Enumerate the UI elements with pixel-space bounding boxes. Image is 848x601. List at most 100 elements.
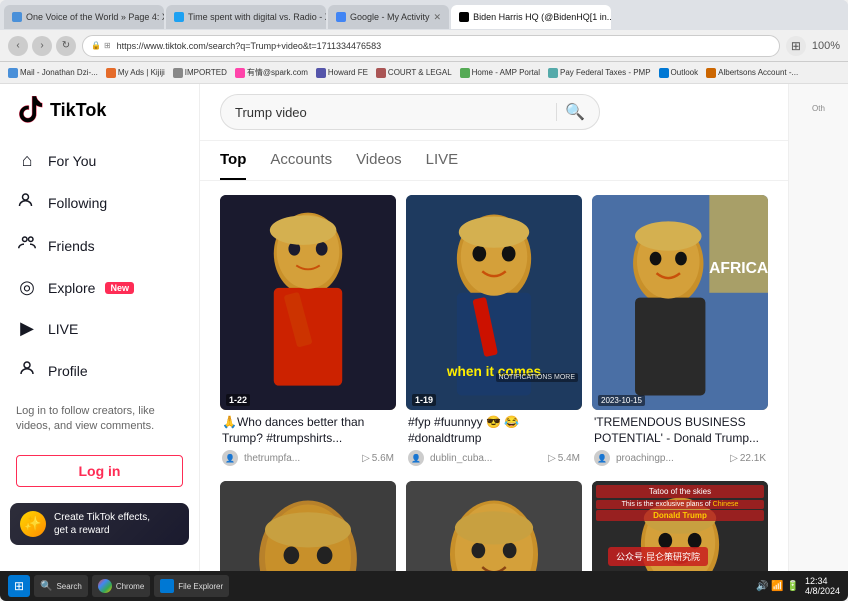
video-avatar-1: 👤: [222, 450, 238, 466]
taskbar-explorer-label: File Explorer: [178, 582, 223, 591]
video-thumb-1: 1-22: [220, 195, 396, 410]
video-views-3: ▷ 22.1K: [730, 453, 766, 464]
tab-4[interactable]: Biden Harris HQ (@BidenHQ[1 in... - X ✕: [451, 5, 611, 29]
sidebar-label-profile: Profile: [48, 363, 88, 379]
main-content: Trump video 🔍 Top Accounts Videos LIVE: [200, 84, 788, 571]
play-icon-2: ▷: [548, 453, 556, 464]
video-thumb-6: Tatoo of the skies This is the exclusive…: [592, 481, 768, 571]
video-meta-3: 👤 proachingp... ▷ 22.1K: [594, 450, 766, 466]
tab-2[interactable]: Time spent with digital vs. Radio - X ✕: [166, 5, 326, 29]
bookmark-imported[interactable]: IMPORTED: [173, 68, 227, 78]
play-icon-1: ▷: [362, 453, 370, 464]
tab-close-3[interactable]: ✕: [434, 12, 442, 23]
bookmark-spark[interactable]: 有情@spark.com: [235, 67, 308, 78]
following-icon: [16, 191, 38, 214]
tab-live[interactable]: LIVE: [426, 141, 459, 180]
tab-1[interactable]: One Voice of the World » Page 4: X ✕: [4, 5, 164, 29]
bookmark-howard[interactable]: Howard FE: [316, 68, 368, 78]
tab-accounts[interactable]: Accounts: [270, 141, 332, 180]
tab-top[interactable]: Top: [220, 141, 246, 180]
video-info-3: 'TREMENDOUS BUSINESS POTENTIAL' - Donald…: [592, 410, 768, 471]
video-meta-1: 👤 thetrumpfa... ▷ 5.6M: [222, 450, 394, 466]
friends-icon: [16, 234, 38, 257]
lock-icon: 🔒: [91, 41, 101, 50]
bookmark-home-amp[interactable]: Home - AMP Portal: [460, 68, 540, 78]
shield-icon: ⊞: [104, 41, 111, 50]
video-card-3[interactable]: AFRICA 2023-10-15 'TREMENDOUS BUSINESS P…: [592, 195, 768, 471]
address-icons: 🔒 ⊞: [91, 41, 111, 50]
tab-bar: One Voice of the World » Page 4: X ✕ Tim…: [0, 0, 848, 30]
tab-3[interactable]: Google - My Activity ✕: [328, 5, 449, 29]
sidebar-item-following[interactable]: Following: [0, 181, 199, 224]
tab-videos[interactable]: Videos: [356, 141, 402, 180]
bookmark-outlook[interactable]: Outlook: [659, 68, 699, 78]
sidebar-label-friends: Friends: [48, 238, 95, 254]
taskbar-search[interactable]: 🔍 Search: [34, 575, 88, 597]
sidebar-item-explore[interactable]: ◎ Explore New: [0, 267, 199, 308]
video-title-3: 'TREMENDOUS BUSINESS POTENTIAL' - Donald…: [594, 415, 766, 446]
back-button[interactable]: ‹: [8, 36, 28, 56]
video-author-1: thetrumpfa...: [244, 453, 356, 464]
zoom-level: 100%: [812, 40, 840, 52]
tiktok-logo-icon: [16, 96, 44, 124]
video-views-1: ▷ 5.6M: [362, 453, 394, 464]
video-title-2: #fyp #fuunnyy 😎 😂 #donaldtrump: [408, 415, 580, 446]
video-thumb-5: [406, 481, 582, 571]
start-button[interactable]: ⊞: [8, 575, 30, 597]
extension-button[interactable]: ⊞: [786, 36, 806, 56]
video-author-2: dublin_cuba...: [430, 453, 542, 464]
nav-buttons: ‹ › ↻: [8, 36, 76, 56]
login-button[interactable]: Log in: [16, 455, 183, 487]
sidebar-label-explore: Explore: [48, 280, 95, 296]
effects-text: Create TikTok effects, get a reward: [54, 511, 150, 537]
video-card-4[interactable]: Most Famous: Contact Cases 👤 user4: [220, 481, 396, 571]
video-avatar-2: 👤: [408, 450, 424, 466]
video-timestamp-1: 1-22: [226, 394, 250, 406]
explore-icon: ◎: [16, 277, 38, 298]
video-card-1[interactable]: 1-22 🙏Who dances better than Trump? #tru…: [220, 195, 396, 471]
search-bar[interactable]: Trump video 🔍: [220, 94, 600, 130]
video-timestamp-2: 1-19: [412, 394, 436, 406]
video-thumb-4: [220, 481, 396, 571]
video-meta-2: 👤 dublin_cuba... ▷ 5.4M: [408, 450, 580, 466]
bookmark-mail[interactable]: Mail - Jonathan Dzi-...: [8, 68, 98, 78]
address-bar-row: ‹ › ↻ 🔒 ⊞ https://www.tiktok.com/search?…: [0, 30, 848, 62]
sidebar-item-profile[interactable]: Profile: [0, 349, 199, 392]
bookmarks-bar: Mail - Jonathan Dzi-... My Ads | Kijiji …: [0, 62, 848, 84]
forward-button[interactable]: ›: [32, 36, 52, 56]
address-text: https://www.tiktok.com/search?q=Trump+vi…: [117, 41, 771, 51]
taskbar-system-tray: 🔊 📶 🔋 12:344/8/2024: [756, 576, 840, 596]
sidebar-label-following: Following: [48, 195, 107, 211]
bookmark-court[interactable]: COURT & LEGAL: [376, 68, 452, 78]
taskbar-chrome[interactable]: Chrome: [92, 575, 150, 597]
video-card-6[interactable]: Tatoo of the skies This is the exclusive…: [592, 481, 768, 571]
address-box[interactable]: 🔒 ⊞ https://www.tiktok.com/search?q=Trum…: [82, 35, 780, 57]
bookmark-albertsons[interactable]: Albertsons Account -...: [706, 68, 798, 78]
video-watermark-2: NOTIFICATIONS MORE: [406, 373, 582, 382]
video-card-2[interactable]: when it comes 1-19 NOTIFICATIONS MORE #f…: [406, 195, 582, 471]
video-grid: 1-22 🙏Who dances better than Trump? #tru…: [200, 181, 788, 571]
tray-icons: 🔊 📶 🔋: [756, 581, 799, 592]
profile-icon: [16, 359, 38, 382]
video-date-3: 2023-10-15: [598, 395, 645, 406]
sidebar-item-friends[interactable]: Friends: [0, 224, 199, 267]
browser-content: TikTok ⌂ For You Following: [0, 84, 848, 571]
taskbar: ⊞ 🔍 Search Chrome File Explorer 🔊 📶 🔋 12…: [0, 571, 848, 601]
bookmark-pay-federal[interactable]: Pay Federal Taxes - PMP: [548, 68, 651, 78]
sidebar-item-for-you[interactable]: ⌂ For You: [0, 140, 199, 181]
video-card-5[interactable]: 👤 user5: [406, 481, 582, 571]
live-icon: ▶: [16, 318, 38, 339]
taskbar-search-label: Search: [56, 582, 81, 591]
bookmark-kijiji[interactable]: My Ads | Kijiji: [106, 68, 165, 78]
effects-icon: ✨: [20, 511, 46, 537]
right-panel: Oth: [788, 84, 848, 571]
video-info-2: #fyp #fuunnyy 😎 😂 #donaldtrump 👤 dublin_…: [406, 410, 582, 471]
taskbar-search-icon: 🔍: [40, 581, 52, 592]
search-icon[interactable]: 🔍: [565, 102, 585, 122]
sidebar-item-live[interactable]: ▶ LIVE: [0, 308, 199, 349]
reload-button[interactable]: ↻: [56, 36, 76, 56]
taskbar-explorer[interactable]: File Explorer: [154, 575, 229, 597]
right-panel-label: Oth: [812, 104, 825, 113]
taskbar-chrome-label: Chrome: [116, 582, 144, 591]
effects-banner[interactable]: ✨ Create TikTok effects, get a reward: [10, 503, 189, 545]
